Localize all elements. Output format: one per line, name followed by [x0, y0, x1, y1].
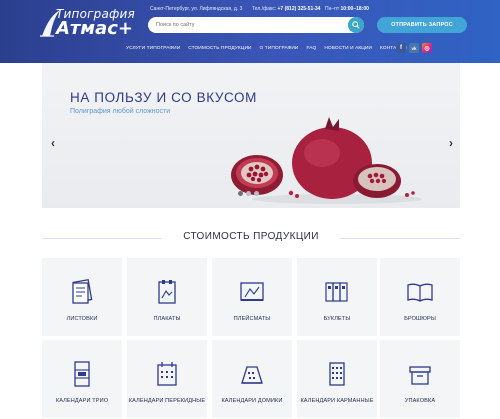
flip-calendar-icon [157, 362, 177, 386]
social-links: f vk ◎ [396, 43, 432, 53]
leaflet-icon [72, 279, 93, 304]
product-card-leaflets[interactable]: ЛИСТОВКИ [42, 258, 122, 336]
logo[interactable]: Типография Атмас+ [40, 6, 140, 39]
product-card-packaging[interactable]: УПАКОВКА [380, 340, 460, 418]
phone-number[interactable]: +7 (812) 325-51-34 [278, 6, 321, 12]
desk-calendar-icon [241, 366, 263, 384]
product-label: КАЛЕНДАРИ ДОМИКИ [221, 398, 283, 404]
nav-item-faq[interactable]: FAQ [302, 43, 320, 55]
product-label: БУКЛЕТЫ [323, 316, 351, 322]
hero-slider: НА ПОЛЬЗУ И СО ВКУСОМ Полиграфия любой с… [42, 63, 460, 208]
product-card-booklets[interactable]: БУКЛЕТЫ [297, 258, 377, 336]
booklet-icon [325, 282, 348, 302]
nav-item-pricing[interactable]: СТОИМОСТЬ ПРОДУКЦИИ [184, 43, 255, 55]
nav-item-services[interactable]: УСЛУГИ ТИПОГРАФИИ [122, 43, 184, 55]
product-label: ПЛАКАТЫ [153, 316, 181, 322]
hours-value: 10:00–18:00 [340, 6, 369, 12]
search-icon [352, 21, 360, 29]
product-card-desk-calendar[interactable]: КАЛЕНДАРИ ДОМИКИ [212, 340, 292, 418]
slider-dot-1[interactable] [238, 191, 243, 196]
products-section-header: СТОИМОСТЬ ПРОДУКЦИИ [42, 229, 460, 247]
brochure-icon [407, 283, 433, 302]
product-card-placemats[interactable]: ПЛЕЙСМАТЫ [212, 258, 292, 336]
site-header: Типография Атмас+ Санкт-Петербург, ул. Л… [0, 0, 500, 63]
slide-title: НА ПОЛЬЗУ И СО ВКУСОМ [70, 90, 258, 105]
phone-label: Тел./факс: [252, 6, 277, 12]
hours-block: Пн–пт 10:00–18:00 [325, 6, 369, 12]
product-label: БРОШЮРЫ [404, 316, 436, 322]
poster-icon [158, 280, 176, 304]
facebook-icon[interactable]: f [396, 43, 406, 53]
slider-dot-3[interactable] [254, 191, 259, 196]
product-label: ПЛЕЙСМАТЫ [233, 316, 271, 322]
phone-block: Тел./факс: +7 (812) 325-51-34 [252, 6, 320, 12]
product-label: УПАКОВКА [404, 398, 436, 404]
slider-dots [238, 191, 259, 196]
slider-prev-arrow[interactable]: ‹ [51, 136, 55, 150]
slider-next-arrow[interactable]: › [449, 136, 453, 150]
product-label: КАЛЕНДАРИ ПЕРЕКИДНЫЕ [128, 398, 206, 404]
search-bar [148, 17, 364, 33]
product-card-flip-calendar[interactable]: КАЛЕНДАРИ ПЕРЕКИДНЫЕ [127, 340, 207, 418]
product-card-posters[interactable]: ПЛАКАТЫ [127, 258, 207, 336]
product-card-calendar-trio[interactable]: КАЛЕНДАРИ ТРИО [42, 340, 122, 418]
search-button[interactable] [348, 17, 364, 33]
send-request-button[interactable]: ОТПРАВИТЬ ЗАПРОС [377, 17, 467, 33]
slider-dot-2[interactable] [246, 191, 251, 196]
product-card-brochures[interactable]: БРОШЮРЫ [380, 258, 460, 336]
search-input[interactable] [156, 20, 336, 30]
pocket-calendar-icon [329, 362, 345, 386]
placemat-icon [240, 282, 264, 301]
logo-main-text: Атмас+ [56, 18, 133, 39]
address: Санкт-Петербург, ул. Лифляндская, д. 3 [150, 6, 243, 12]
product-label: ЛИСТОВКИ [66, 316, 98, 322]
hours-label: Пн–пт [325, 6, 340, 12]
slide-subtitle: Полиграфия любой сложности [70, 108, 171, 115]
main-nav: УСЛУГИ ТИПОГРАФИИ СТОИМОСТЬ ПРОДУКЦИИ О … [122, 43, 411, 55]
product-label: КАЛЕНДАРИ КАРМАННЫЕ [300, 398, 374, 404]
vk-icon[interactable]: vk [409, 43, 419, 53]
product-card-pocket-calendar[interactable]: КАЛЕНДАРИ КАРМАННЫЕ [297, 340, 377, 418]
section-title: СТОИМОСТЬ ПРОДУКЦИИ [183, 231, 319, 242]
calendar-trio-icon [74, 361, 90, 387]
instagram-icon[interactable]: ◎ [422, 43, 432, 53]
nav-item-news[interactable]: НОВОСТИ И АКЦИИ [320, 43, 376, 55]
product-label: КАЛЕНДАРИ ТРИО [55, 398, 109, 404]
package-icon [409, 366, 431, 385]
nav-item-about[interactable]: О ТИПОГРАФИИ [256, 43, 303, 55]
